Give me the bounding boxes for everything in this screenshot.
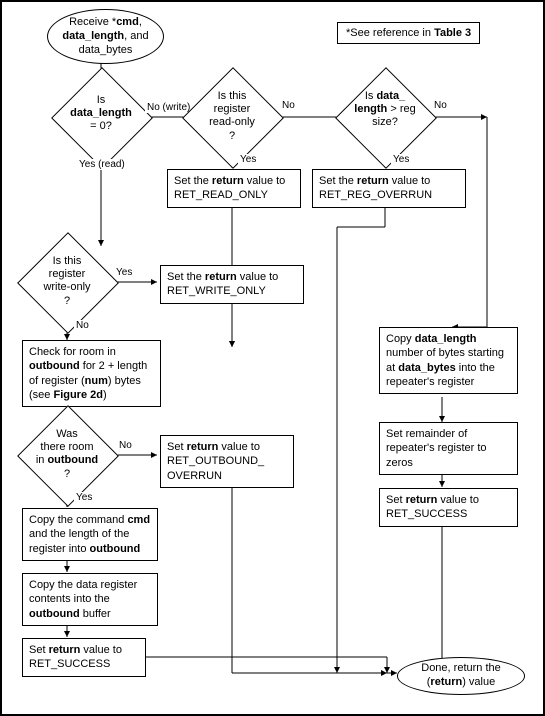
process-ret-read-only: Set the return value to RET_READ_ONLY xyxy=(167,169,301,208)
edge-d2-yes: Yes xyxy=(238,154,258,165)
start-terminal: Receive *cmd, data_length, and data_byte… xyxy=(47,9,164,64)
process-set-remainder: Set remainder of repeater's register to … xyxy=(379,422,518,475)
process-ret-outbound-overrun: Set return value to RET_OUTBOUND_ OVERRU… xyxy=(160,435,294,488)
edge-d4-no: No xyxy=(74,320,91,331)
edge-d2-no: No xyxy=(280,100,297,111)
edge-yes-read: Yes (read) xyxy=(77,159,127,170)
process-copy-cmd: Copy the command cmd and the length of t… xyxy=(22,508,158,561)
decision-room-outbound-label: Wasthere roomin outbound? xyxy=(27,428,107,481)
decision-reg-size-label: Is data_length > reg size? xyxy=(345,90,425,130)
process-ret-write-only: Set the return value to RET_WRITE_ONLY xyxy=(160,265,304,304)
reference-note: *See reference in Table 3 xyxy=(337,22,480,44)
decision-data-length-zero-label: Isdata_length= 0? xyxy=(61,94,141,134)
edge-d5-no: No xyxy=(117,440,134,451)
edge-d5-yes: Yes xyxy=(74,492,94,503)
decision-read-only-label: Is thisregisterread-only? xyxy=(192,90,272,143)
process-copy-bytes: Copy data_length number of bytes startin… xyxy=(379,327,518,394)
process-check-room: Check for room in outbound for 2 + lengt… xyxy=(22,340,161,407)
process-ret-reg-overrun: Set the return value to RET_REG_OVERRUN xyxy=(312,169,466,208)
edge-d4-yes: Yes xyxy=(114,267,134,278)
edge-no-write: No (write) xyxy=(145,102,192,113)
process-ret-success-right: Set return value to RET_SUCCESS xyxy=(379,488,518,527)
process-copy-data-register: Copy the data register contents into the… xyxy=(22,573,158,626)
edge-d3-yes: Yes xyxy=(391,154,411,165)
flowchart-canvas: *See reference in Table 3 Receive *cmd, … xyxy=(0,0,545,716)
end-terminal: Done, return the (return) value xyxy=(397,657,525,695)
decision-write-only-label: Is thisregisterwrite-only? xyxy=(27,255,107,308)
edge-d3-no: No xyxy=(432,100,449,111)
process-ret-success-left: Set return value to RET_SUCCESS xyxy=(22,638,146,677)
